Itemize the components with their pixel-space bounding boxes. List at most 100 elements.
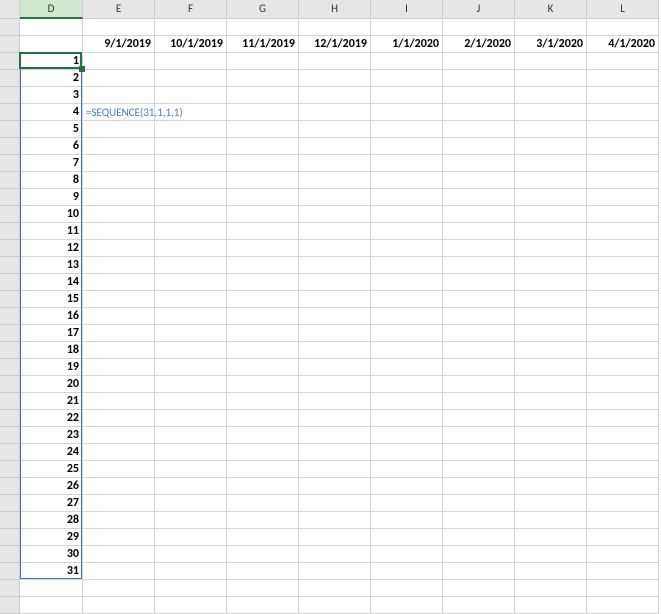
grid-cell[interactable] xyxy=(587,427,659,444)
grid-cell[interactable] xyxy=(0,325,20,342)
grid-cell[interactable] xyxy=(299,257,371,274)
grid-cell[interactable] xyxy=(227,189,299,206)
grid-cell[interactable] xyxy=(587,19,659,36)
grid-cell[interactable] xyxy=(371,529,443,546)
grid-cell[interactable] xyxy=(0,410,20,427)
grid-cell[interactable] xyxy=(515,376,587,393)
grid-cell[interactable] xyxy=(155,461,227,478)
grid-cell[interactable] xyxy=(371,359,443,376)
sequence-cell[interactable]: 7 xyxy=(20,155,83,172)
grid-cell[interactable] xyxy=(515,393,587,410)
grid-cell[interactable] xyxy=(155,274,227,291)
grid-cell[interactable] xyxy=(515,257,587,274)
grid-cell[interactable] xyxy=(587,53,659,70)
grid-cell[interactable] xyxy=(443,223,515,240)
date-header-cell[interactable]: 12/1/2019 xyxy=(299,36,371,53)
grid-cell[interactable] xyxy=(443,87,515,104)
grid-cell[interactable] xyxy=(515,342,587,359)
grid-cell[interactable] xyxy=(587,529,659,546)
grid-cell[interactable] xyxy=(299,240,371,257)
grid-cell[interactable] xyxy=(299,410,371,427)
grid-cell[interactable] xyxy=(515,240,587,257)
grid-cell[interactable] xyxy=(299,308,371,325)
grid-cell[interactable] xyxy=(299,206,371,223)
grid-cell[interactable] xyxy=(515,529,587,546)
grid-cell[interactable] xyxy=(371,53,443,70)
grid-cell[interactable] xyxy=(443,529,515,546)
grid-cell[interactable] xyxy=(299,70,371,87)
grid-cell[interactable] xyxy=(83,359,155,376)
spreadsheet-grid[interactable]: DEFGHIJKL9/1/201910/1/201911/1/201912/1/… xyxy=(0,0,661,614)
sequence-cell[interactable]: 16 xyxy=(20,308,83,325)
grid-cell[interactable] xyxy=(227,257,299,274)
grid-cell[interactable] xyxy=(83,53,155,70)
sequence-cell[interactable]: 8 xyxy=(20,172,83,189)
sequence-cell[interactable]: 11 xyxy=(20,223,83,240)
grid-cell[interactable] xyxy=(443,325,515,342)
sequence-cell[interactable]: 26 xyxy=(20,478,83,495)
grid-cell[interactable] xyxy=(0,427,20,444)
sequence-cell[interactable]: 20 xyxy=(20,376,83,393)
grid-cell[interactable] xyxy=(371,393,443,410)
grid-cell[interactable] xyxy=(371,308,443,325)
grid-cell[interactable] xyxy=(587,461,659,478)
grid-cell[interactable] xyxy=(587,223,659,240)
grid-cell[interactable] xyxy=(155,512,227,529)
grid-cell[interactable] xyxy=(0,155,20,172)
grid-cell[interactable] xyxy=(587,478,659,495)
grid-cell[interactable] xyxy=(0,291,20,308)
grid-cell[interactable] xyxy=(83,308,155,325)
grid-cell[interactable] xyxy=(371,563,443,580)
grid-cell[interactable] xyxy=(299,529,371,546)
grid-cell[interactable] xyxy=(515,427,587,444)
grid-cell[interactable] xyxy=(155,580,227,597)
grid-cell[interactable] xyxy=(20,597,83,614)
grid-cell[interactable] xyxy=(299,546,371,563)
grid-cell[interactable] xyxy=(371,342,443,359)
grid-cell[interactable] xyxy=(299,393,371,410)
grid-cell[interactable] xyxy=(371,206,443,223)
grid-cell[interactable] xyxy=(83,461,155,478)
grid-cell[interactable] xyxy=(515,410,587,427)
grid-cell[interactable] xyxy=(155,155,227,172)
grid-cell[interactable] xyxy=(83,478,155,495)
grid-cell[interactable] xyxy=(227,223,299,240)
grid-cell[interactable] xyxy=(587,257,659,274)
grid-cell[interactable] xyxy=(0,206,20,223)
grid-cell[interactable] xyxy=(155,376,227,393)
grid-cell[interactable] xyxy=(0,223,20,240)
grid-cell[interactable] xyxy=(155,172,227,189)
grid-cell[interactable] xyxy=(227,325,299,342)
sequence-cell[interactable]: 14 xyxy=(20,274,83,291)
grid-cell[interactable] xyxy=(83,342,155,359)
date-header-cell[interactable]: 1/1/2020 xyxy=(371,36,443,53)
grid-cell[interactable] xyxy=(587,444,659,461)
grid-cell[interactable] xyxy=(20,19,83,36)
grid-cell[interactable] xyxy=(227,444,299,461)
sequence-cell[interactable]: 2 xyxy=(20,70,83,87)
grid-cell[interactable] xyxy=(299,342,371,359)
grid-cell[interactable] xyxy=(587,189,659,206)
grid-cell[interactable] xyxy=(0,189,20,206)
grid-cell[interactable] xyxy=(0,529,20,546)
grid-cell[interactable] xyxy=(155,529,227,546)
grid-cell[interactable] xyxy=(299,87,371,104)
grid-cell[interactable] xyxy=(0,36,20,53)
grid-cell[interactable] xyxy=(299,291,371,308)
grid-cell[interactable] xyxy=(443,342,515,359)
grid-cell[interactable] xyxy=(227,70,299,87)
grid-cell[interactable] xyxy=(83,121,155,138)
grid-cell[interactable] xyxy=(227,240,299,257)
grid-cell[interactable] xyxy=(371,87,443,104)
grid-cell[interactable] xyxy=(83,529,155,546)
grid-cell[interactable] xyxy=(83,240,155,257)
grid-cell[interactable] xyxy=(227,87,299,104)
grid-cell[interactable] xyxy=(515,138,587,155)
grid-cell[interactable] xyxy=(0,342,20,359)
grid-cell[interactable] xyxy=(0,495,20,512)
grid-cell[interactable] xyxy=(227,155,299,172)
column-header[interactable]: E xyxy=(83,0,155,19)
sequence-cell[interactable]: 22 xyxy=(20,410,83,427)
grid-cell[interactable] xyxy=(227,495,299,512)
sequence-cell[interactable]: 27 xyxy=(20,495,83,512)
